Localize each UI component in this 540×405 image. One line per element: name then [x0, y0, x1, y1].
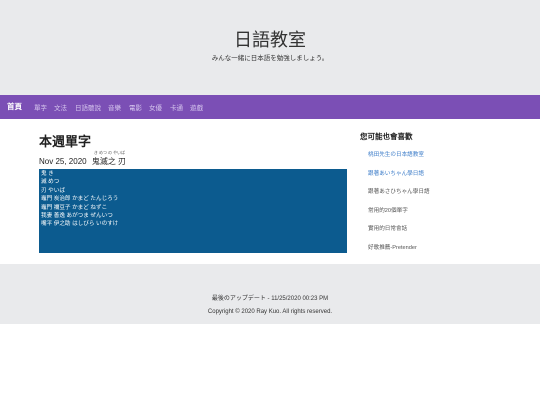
nav-item-listening-speaking[interactable]: 日語聽說	[75, 102, 101, 112]
vocab-item: 我妻 善逸 あがつま ぜんいつ	[41, 213, 113, 220]
post-word-ruby: き めつ の やいば	[93, 150, 126, 155]
vocab-list: 鬼 き 滅 めつ 刃 やいば 竈門 炭治郎 かまど たんじろう 竈門 禰豆子 か…	[39, 169, 347, 253]
aside-link[interactable]: 常用的20個單字	[368, 206, 430, 225]
vocab-item: 刃 やいば	[41, 187, 65, 194]
aside-link[interactable]: 好歌推薦-Pretender	[368, 243, 430, 262]
main-content: 本週單字 Nov 25, 2020 き めつ の やいば 鬼滅之 刃 鬼 き 滅…	[0, 119, 540, 264]
main-nav: 首頁 單字 文法 日語聽說 音樂 電影 女優 卡通 遊戲	[0, 95, 540, 119]
post-title: 本週單字	[39, 134, 92, 149]
nav-item-games[interactable]: 遊戲	[190, 102, 203, 112]
nav-item-music[interactable]: 音樂	[108, 102, 121, 112]
vocab-item: 滅 めつ	[41, 179, 60, 186]
aside-list: 桃田先生の日本語教室 跟著あいちゃん學日語 跟著あさひちゃん學日語 常用的20個…	[368, 150, 430, 261]
vocab-item: 鬼 き	[41, 171, 54, 177]
site-footer: 最後のアップデート - 11/25/2020 00:23 PM Copyrigh…	[0, 264, 540, 324]
last-updated: 最後のアップデート - 11/25/2020 00:23 PM	[211, 296, 329, 302]
aside-link[interactable]: 實用的日常會話	[368, 224, 430, 243]
post-word-wrap: き めつ の やいば 鬼滅之 刃	[91, 150, 127, 166]
site-title: 日語教室	[234, 30, 306, 50]
site-subtitle: みんな一緒に日本語を勉強しましょう。	[211, 55, 329, 62]
aside-link[interactable]: 桃田先生の日本語教室	[368, 150, 430, 169]
aside-title: 您可能也會喜歡	[360, 132, 413, 141]
copyright: Copyright © 2020 Ray Kuo. All rights res…	[207, 309, 333, 315]
nav-item-movies[interactable]: 電影	[129, 102, 142, 112]
site-header: 日語教室 みんな一緒に日本語を勉強しましょう。	[0, 0, 540, 95]
aside-link[interactable]: 跟著あいちゃん學日語	[368, 169, 430, 188]
vocab-item: 竈門 禰豆子 かまど ねずこ	[41, 204, 108, 211]
nav-item-grammar[interactable]: 文法	[54, 102, 67, 112]
post-meta: Nov 25, 2020 き めつ の やいば 鬼滅之 刃	[39, 150, 127, 167]
aside-link[interactable]: 跟著あさひちゃん學日語	[368, 187, 430, 206]
post-word: 鬼滅之 刃	[91, 157, 127, 166]
vocab-item: 竈門 炭治郎 かまど たんじろう	[41, 196, 119, 203]
nav-item-vocabulary[interactable]: 單字	[34, 102, 47, 112]
post-date: Nov 25, 2020	[39, 157, 87, 166]
nav-item-home[interactable]: 首頁	[7, 101, 22, 112]
vocab-item: 嘴平 伊之助 はしびら いのすけ	[41, 221, 119, 228]
nav-item-anime[interactable]: 卡通	[170, 102, 183, 112]
nav-item-actresses[interactable]: 女優	[149, 102, 162, 112]
